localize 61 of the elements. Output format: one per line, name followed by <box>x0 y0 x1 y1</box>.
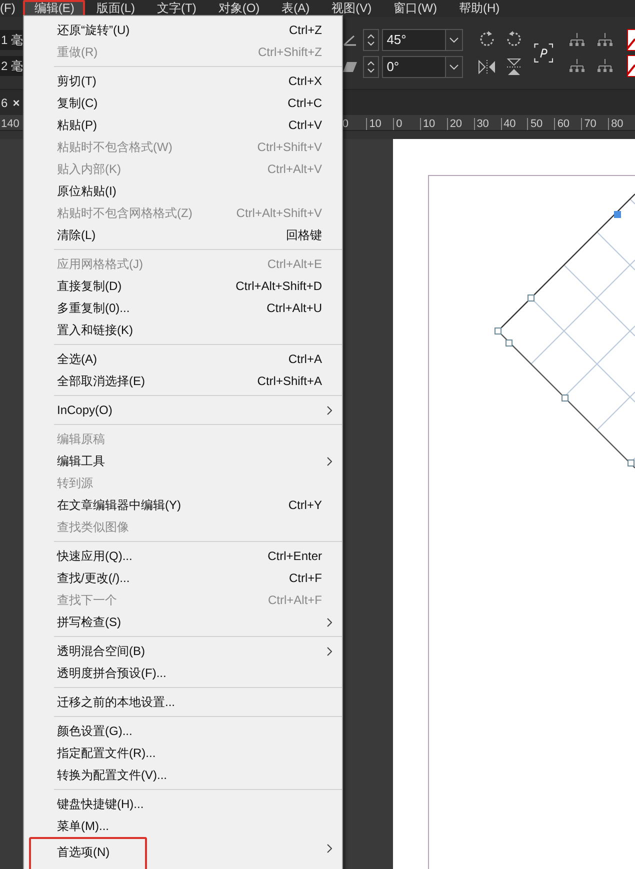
menu-bar-item[interactable]: 窗口(W) <box>382 0 448 17</box>
ruler-label: 10 <box>366 118 394 130</box>
menu-item[interactable]: 键盘快捷键(H)... <box>24 793 342 815</box>
menu-bar-item[interactable]: 文字(T) <box>146 0 208 17</box>
menu-item[interactable]: 置入和链接(K) <box>24 319 342 341</box>
dropdown-button[interactable] <box>444 28 463 50</box>
ruler-label: 80 <box>608 118 635 130</box>
distribute-icon[interactable] <box>567 58 587 74</box>
menu-item[interactable]: 拼写检查(S) <box>24 611 342 633</box>
menu-item[interactable]: 转换为配置文件(V)... <box>24 764 342 786</box>
chevron-down-icon <box>448 64 459 70</box>
ruler-label: 140 <box>0 118 20 130</box>
close-icon[interactable]: × <box>12 96 20 110</box>
menu-item[interactable]: 迁移之前的本地设置... <box>24 691 342 713</box>
ruler-label: 0 <box>393 118 420 130</box>
menu-bar-item[interactable]: 视图(V) <box>320 0 383 17</box>
menu-item[interactable]: 菜单(M)... <box>24 815 342 837</box>
menu-item[interactable]: 查找/更改(/)... Ctrl+F <box>24 567 342 589</box>
menu-bar-item[interactable]: (F) <box>0 0 24 17</box>
spinner-button[interactable] <box>362 56 379 78</box>
ruler-label: 10 <box>420 118 447 130</box>
menu-item[interactable]: 编辑工具 <box>24 450 342 472</box>
menu-item[interactable]: 全选(A) Ctrl+A <box>24 348 342 370</box>
ruler-label: 30 <box>474 118 501 130</box>
menu-bar-item[interactable]: 表(A) <box>270 0 321 17</box>
angle-icon <box>342 34 358 46</box>
distribute-icon[interactable] <box>595 32 615 48</box>
menu-item[interactable]: 多重复制(0)... Ctrl+Alt+U <box>24 297 342 319</box>
menu-item[interactable]: 清除(L) 回格键 <box>24 224 342 246</box>
rotation-angle-field[interactable]: 45° <box>382 28 446 50</box>
menu-item[interactable]: 原位粘贴(I) <box>24 180 342 202</box>
menu-item[interactable]: 粘贴(P) Ctrl+V <box>24 114 342 136</box>
fill-swatch-icon[interactable] <box>627 55 635 77</box>
menu-bar-item[interactable]: 对象(O) <box>207 0 271 17</box>
distribute-icon[interactable] <box>595 58 615 74</box>
menu-item[interactable]: 直接复制(D) Ctrl+Alt+Shift+D <box>24 275 342 297</box>
menu-item[interactable]: 指定配置文件(R)... <box>24 742 342 764</box>
dropdown-button[interactable] <box>444 56 463 78</box>
menu-bar-item[interactable]: 版面(L) <box>85 0 146 17</box>
menu-bar-item[interactable]: 帮助(H) <box>448 0 511 17</box>
ruler-label: 20 <box>446 118 474 130</box>
menu-item[interactable]: 颜色设置(G)... <box>24 720 342 742</box>
menu-item[interactable]: 透明度拼合预设(F)... <box>24 662 342 684</box>
menu-item[interactable]: 全部取消选择(E) Ctrl+Shift+A <box>24 370 342 392</box>
ruler-label: 40 <box>500 118 528 130</box>
ruler-label: 50 <box>527 118 554 130</box>
menu-item[interactable]: InCopy(O) <box>24 399 342 421</box>
flip-horizontal-icon[interactable] <box>476 57 497 77</box>
menu-item[interactable]: 在文章编辑器中编辑(Y) Ctrl+Y <box>24 494 342 516</box>
spinner-button[interactable] <box>362 28 379 50</box>
menu-item[interactable]: 透明混合空间(B) <box>24 640 342 662</box>
menu-item[interactable]: 复制(C) Ctrl+C <box>24 92 342 114</box>
chevron-down-icon <box>448 36 459 42</box>
stroke-swatch-icon[interactable] <box>627 29 635 51</box>
document-tab[interactable]: 6 × <box>0 96 20 110</box>
ruler-label: 60 <box>554 118 582 130</box>
menu-item[interactable]: 首选项(N) <box>24 837 342 869</box>
shear-angle-field[interactable]: 0° <box>382 56 446 78</box>
ruler-label: 70 <box>581 118 608 130</box>
distribute-icon[interactable] <box>567 32 587 48</box>
menu-item[interactable]: 快速应用(Q)... Ctrl+Enter <box>24 545 342 567</box>
